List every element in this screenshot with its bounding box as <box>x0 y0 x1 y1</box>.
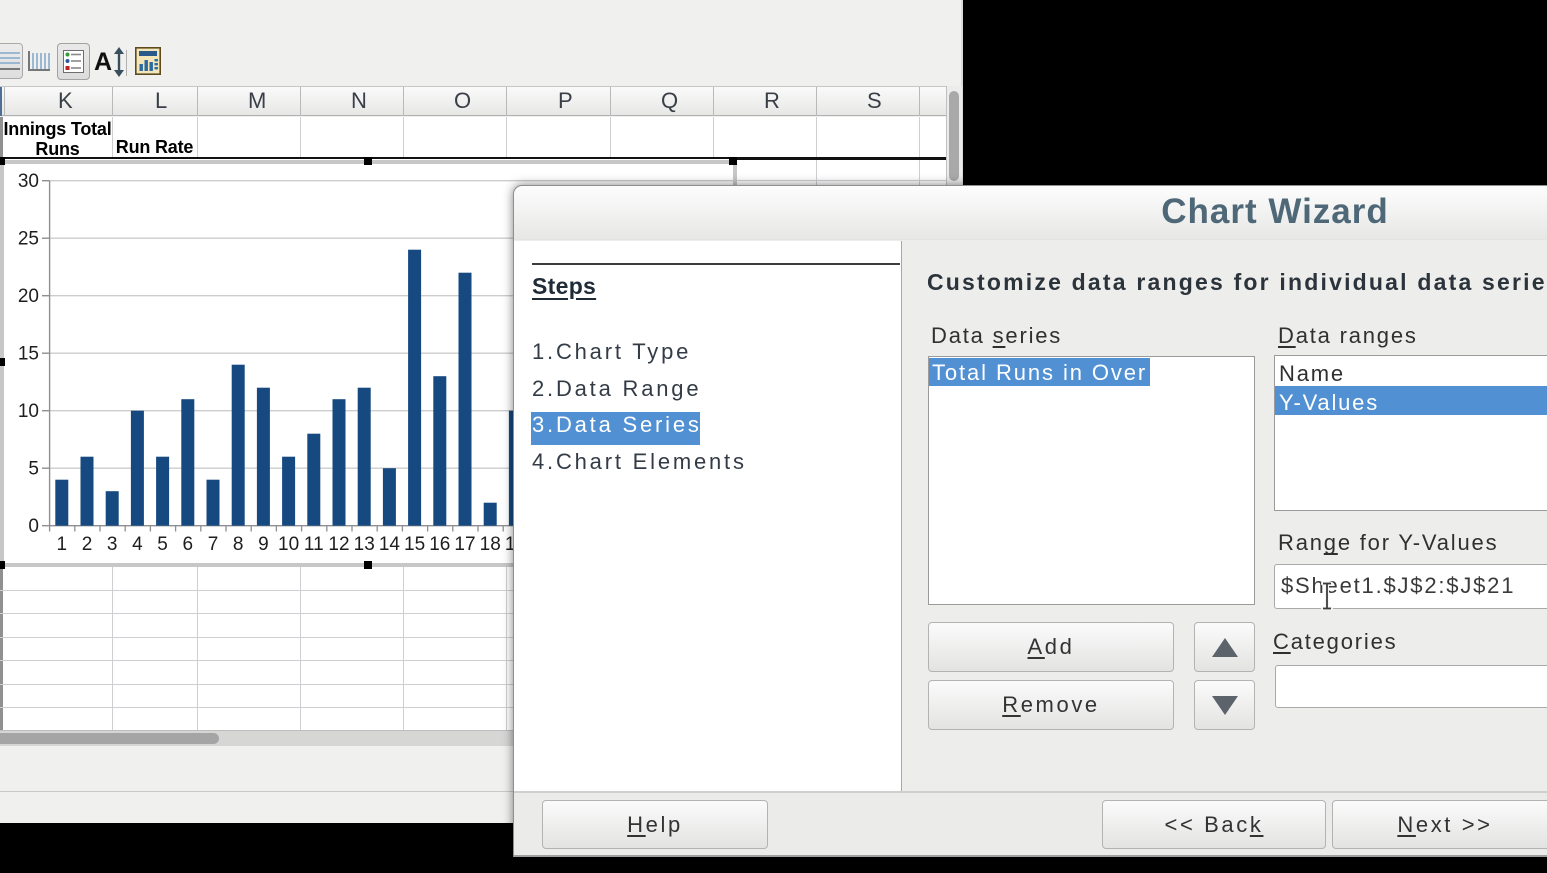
svg-text:17: 17 <box>454 534 475 555</box>
svg-text:6: 6 <box>183 534 194 555</box>
svg-text:9: 9 <box>258 534 269 555</box>
svg-text:15: 15 <box>404 534 425 555</box>
svg-text:12: 12 <box>328 534 349 555</box>
svg-text:10: 10 <box>278 534 299 555</box>
svg-text:25: 25 <box>18 229 39 250</box>
svg-text:18: 18 <box>480 534 501 555</box>
svg-text:7: 7 <box>208 534 219 555</box>
svg-text:16: 16 <box>429 534 450 555</box>
svg-text:13: 13 <box>354 534 375 555</box>
svg-text:0: 0 <box>28 516 39 537</box>
svg-text:10: 10 <box>18 401 39 422</box>
svg-text:30: 30 <box>18 171 39 192</box>
svg-text:3: 3 <box>107 534 118 555</box>
svg-text:5: 5 <box>157 534 168 555</box>
svg-text:15: 15 <box>18 344 39 365</box>
svg-text:5: 5 <box>28 459 39 480</box>
svg-text:2: 2 <box>82 534 93 555</box>
svg-text:14: 14 <box>379 534 401 555</box>
svg-text:8: 8 <box>233 534 244 555</box>
svg-text:11: 11 <box>304 534 324 555</box>
svg-text:20: 20 <box>18 286 39 307</box>
svg-text:4: 4 <box>132 534 143 555</box>
svg-text:1: 1 <box>57 534 68 555</box>
